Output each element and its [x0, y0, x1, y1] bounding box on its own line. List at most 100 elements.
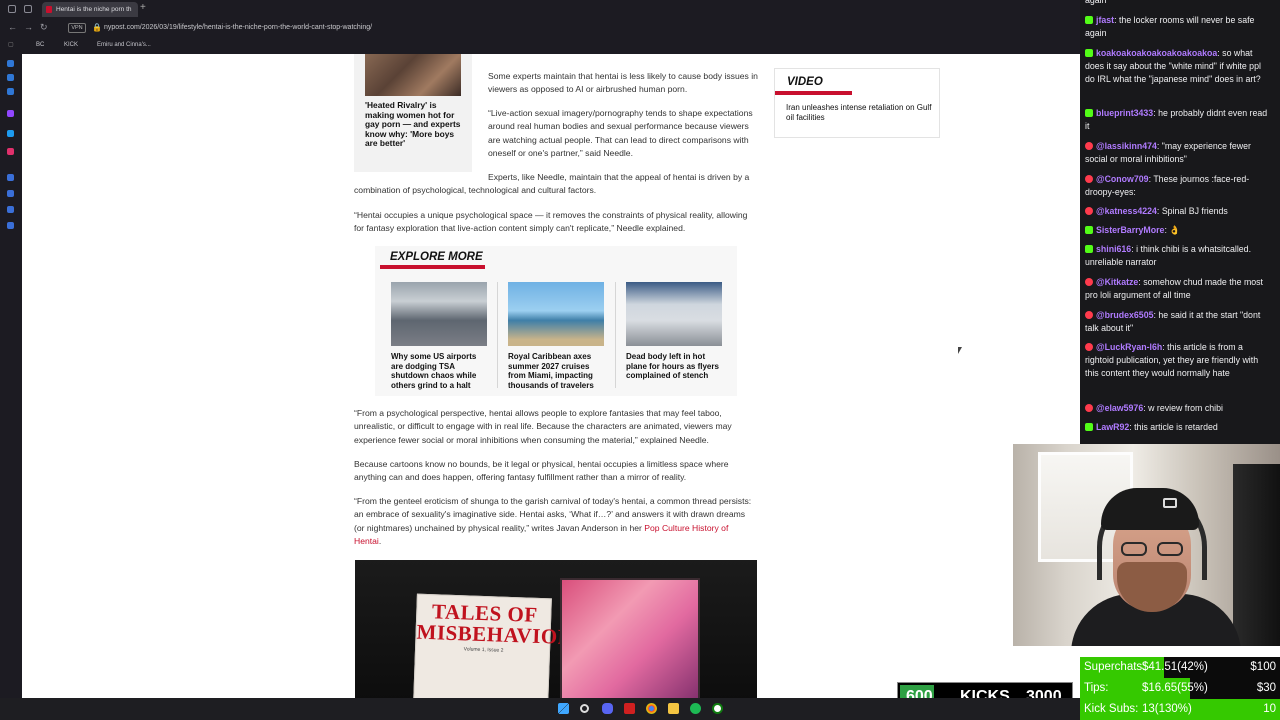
cap-logo-icon	[1163, 498, 1177, 508]
forward-icon[interactable]: →	[24, 23, 33, 32]
kick-badge-icon	[1085, 245, 1093, 253]
chat-message: @elaw5976: w review from chibi	[1085, 402, 1273, 415]
active-tab[interactable]: Hentai is the niche porn th	[42, 2, 138, 17]
sidebar-app-icon[interactable]	[7, 206, 14, 213]
chat-username[interactable]: @LuckRyan-l6h	[1096, 342, 1162, 352]
kick-badge-icon	[1085, 226, 1093, 234]
sidebar-app-icon[interactable]	[7, 88, 14, 95]
donation-goals: Superchats: $41.51(42%) $100 Tips: $16.6…	[1080, 657, 1280, 720]
chat-message: @katness4224: Spinal BJ friends	[1085, 205, 1273, 218]
new-tab-icon[interactable]: +	[140, 3, 146, 13]
vpn-badge[interactable]: VPN	[68, 23, 86, 33]
chat-message: @Kitkatze: somehow chud made the most pr…	[1085, 277, 1264, 301]
chat-username[interactable]: jfast	[1096, 15, 1114, 25]
windows-taskbar	[0, 698, 1080, 720]
goal-label: Tips:	[1084, 682, 1109, 694]
youtube-badge-icon	[1085, 278, 1093, 286]
streamer-cap	[1101, 488, 1199, 530]
chat-text: Spinal BJ friends	[1161, 206, 1228, 216]
explore-item-image[interactable]	[626, 282, 722, 346]
sidebar-app-icon[interactable]	[7, 74, 14, 81]
bookmark-emiru[interactable]: Emiru and Cinna's...	[97, 40, 151, 50]
chat-username[interactable]: @lassikinn474	[1096, 141, 1157, 151]
gaming-chair	[1233, 464, 1280, 646]
comic-book-cover: TALES OF MISBEHAVIOR Volume 1, Issue 2	[413, 593, 574, 698]
file-explorer-icon[interactable]	[668, 703, 679, 714]
article-paragraph: “Live-action sexual imagery/pornography …	[488, 108, 753, 158]
chat-username[interactable]: @elaw5976	[1096, 403, 1143, 413]
reload-icon[interactable]: ↻	[40, 23, 48, 32]
youtube-badge-icon	[1085, 142, 1093, 150]
youtube-badge-icon	[1085, 311, 1093, 319]
spotify-icon[interactable]	[690, 703, 701, 714]
app-icon[interactable]	[624, 703, 635, 714]
sidebar-app-icon[interactable]	[7, 60, 14, 67]
start-icon[interactable]	[558, 703, 569, 714]
chat-username[interactable]: koakoakoakoakoakoakoakoa	[1096, 48, 1217, 58]
goal-kick-subs: Kick Subs: 13(130%) 10	[1080, 699, 1280, 720]
instagram-icon[interactable]	[7, 148, 14, 155]
bookmark-kick[interactable]: KICK	[64, 40, 78, 50]
divider	[615, 282, 616, 388]
related-article-caption[interactable]: 'Heated Rivalry' is making women hot for…	[365, 100, 465, 149]
explore-item-caption[interactable]: Why some US airports are dodging TSA shu…	[391, 352, 487, 390]
back-icon[interactable]: ←	[8, 23, 17, 32]
article-page: 'Heated Rivalry' is making women hot for…	[22, 54, 1080, 698]
webcam-feed	[1013, 444, 1280, 646]
chat-username[interactable]: blueprint3433	[1096, 108, 1153, 118]
chrome-icon[interactable]	[646, 703, 657, 714]
video-widget-accent-bar	[775, 91, 852, 95]
explore-more-accent-bar	[380, 265, 485, 269]
article-paragraph: “From the genteel eroticism of shunga to…	[354, 495, 754, 548]
chat-username[interactable]: SisterBarryMore	[1096, 225, 1164, 235]
youtube-badge-icon	[1085, 343, 1093, 351]
address-bar[interactable]: nypost.com/2026/03/19/lifestyle/hentai-i…	[104, 23, 372, 33]
chat-message: blueprint3433: he probably didnt even re…	[1085, 108, 1268, 132]
youtube-badge-icon	[1085, 175, 1093, 183]
bookmark-bc[interactable]: BC	[36, 40, 44, 50]
comic-book-title: TALES OF MISBEHAVIOR	[416, 599, 574, 650]
goal-tips: Tips: $16.65(55%) $30	[1080, 678, 1280, 699]
chat-username[interactable]: shini616	[1096, 244, 1131, 254]
chat-username[interactable]: LawR92	[1096, 422, 1129, 432]
explore-item-image[interactable]	[508, 282, 604, 346]
chat-username[interactable]: @Kitkatze	[1096, 277, 1138, 287]
explore-item[interactable]: Why some US airports are dodging TSA shu…	[391, 282, 487, 390]
chat-text: w review from chibi	[1148, 403, 1223, 413]
chat-message: SisterBarryMore: 👌	[1085, 224, 1273, 237]
sidebar-app-icon[interactable]	[7, 190, 14, 197]
discord-icon[interactable]	[602, 703, 613, 714]
sidebar-toggle-icon[interactable]	[8, 5, 16, 13]
goal-value: 13(130%)	[1142, 703, 1192, 715]
video-item-link[interactable]: Iran unleashes intense retaliation on Gu…	[786, 103, 932, 122]
goal-target: $30	[1256, 682, 1276, 694]
xbox-icon[interactable]	[712, 703, 723, 714]
explore-item-caption[interactable]: Royal Caribbean axes summer 2027 cruises…	[508, 352, 604, 390]
search-icon[interactable]	[580, 704, 589, 713]
bookmark-folder-icon[interactable]: ▢	[8, 40, 14, 50]
chat-username[interactable]: @brudex6505	[1096, 310, 1153, 320]
tab-list-icon[interactable]	[24, 5, 32, 13]
lock-icon[interactable]: 🔒	[92, 23, 102, 32]
article-paragraph: “From a psychological perspective, henta…	[354, 408, 732, 445]
video-widget[interactable]: VIDEO Iran unleashes intense retaliation…	[774, 68, 940, 138]
twitch-icon[interactable]	[7, 110, 14, 117]
chat-message: @brudex6505: he said it at the start "do…	[1085, 310, 1261, 334]
chat-username[interactable]: @Conow709	[1096, 174, 1149, 184]
stream-chat: again jfast: the locker rooms will never …	[1080, 0, 1280, 444]
goal-value: $16.65(55%)	[1142, 682, 1208, 694]
explore-item-image[interactable]	[391, 282, 487, 346]
related-article-card[interactable]: 'Heated Rivalry' is making women hot for…	[354, 54, 472, 172]
explore-item-caption[interactable]: Dead body left in hot plane for hours as…	[626, 352, 722, 381]
goal-label: Superchats:	[1084, 661, 1146, 673]
chat-message: shini616: i think chibi is a whatsitcall…	[1085, 244, 1252, 268]
video-widget-title: VIDEO	[787, 76, 823, 88]
chat-username[interactable]: @katness4224	[1096, 206, 1157, 216]
messenger-icon[interactable]	[7, 130, 14, 137]
explore-item[interactable]: Royal Caribbean axes summer 2027 cruises…	[508, 282, 604, 390]
mouse-cursor-icon	[958, 347, 962, 354]
chat-message: @LuckRyan-l6h: this article is from a ri…	[1085, 342, 1259, 379]
explore-item[interactable]: Dead body left in hot plane for hours as…	[626, 282, 722, 381]
sidebar-app-icon[interactable]	[7, 174, 14, 181]
settings-icon[interactable]	[7, 222, 14, 229]
